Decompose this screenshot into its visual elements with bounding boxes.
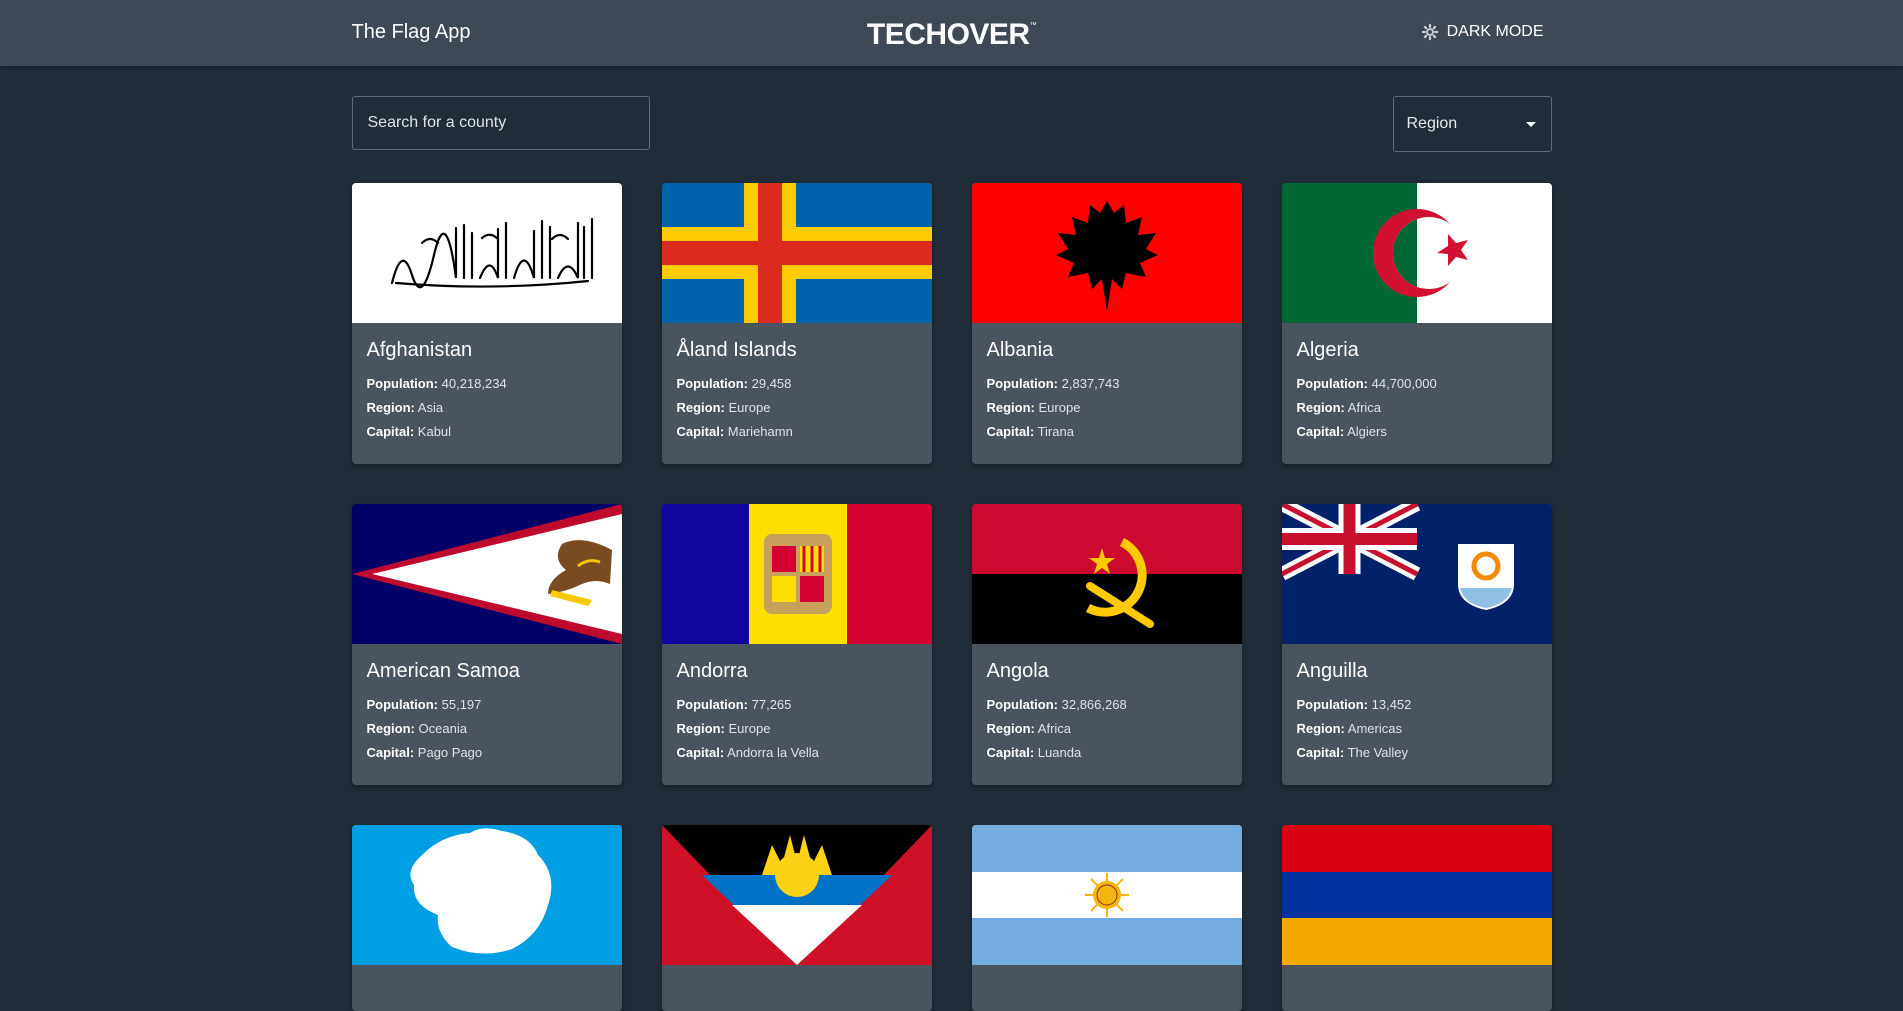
population-line: Population: 32,866,268 (986, 697, 1127, 712)
country-card-albania[interactable]: Albania Population: 2,837,743 Region: Eu… (971, 183, 1242, 464)
capital-line: Capital: Pago Pago (366, 745, 483, 760)
population-line: Population: 44,700,000 (1296, 376, 1437, 391)
capital-line: Capital: The Valley (1296, 745, 1409, 760)
country-card-aland-islands[interactable]: Åland Islands Population: 29,458 Region:… (661, 183, 932, 464)
country-card-antigua[interactable] (661, 825, 932, 1011)
capital-line: Capital: Algiers (1296, 424, 1387, 439)
population-line: Population: 29,458 (676, 376, 792, 391)
flag-american-samoa (351, 504, 622, 644)
capital-line: Capital: Luanda (986, 745, 1082, 760)
region-line: Region: Europe (676, 721, 771, 736)
techover-logo: TECHOVER™ (866, 18, 1037, 51)
region-line: Region: Oceania (366, 721, 467, 736)
population-line: Population: 40,218,234 (366, 376, 507, 391)
country-card-andorra[interactable]: Andorra Population: 77,265 Region: Europ… (661, 504, 932, 785)
region-line: Region: Europe (676, 400, 771, 415)
flag-angola (971, 504, 1242, 644)
dark-mode-label: DARK MODE (1446, 23, 1544, 40)
caret-down-icon (1525, 121, 1536, 127)
capital-line: Capital: Tirana (986, 424, 1074, 439)
country-name: Åland Islands (676, 339, 797, 361)
country-name: Andorra (676, 660, 748, 682)
flag-anguilla (1281, 504, 1552, 644)
country-card-afghanistan[interactable]: Afghanistan Population: 40,218,234 Regio… (351, 183, 622, 464)
country-name: Anguilla (1296, 660, 1368, 682)
country-name: Afghanistan (366, 339, 473, 361)
region-line: Region: Africa (986, 721, 1072, 736)
flag-albania (971, 183, 1242, 323)
gear-icon (1421, 23, 1438, 41)
country-name: American Samoa (366, 660, 520, 682)
country-grid: Afghanistan Population: 40,218,234 Regio… (351, 183, 1552, 1011)
flag-armenia (1281, 825, 1552, 965)
flag-antigua (661, 825, 932, 965)
region-select[interactable]: Region (1392, 96, 1552, 152)
app-title[interactable]: The Flag App (352, 21, 471, 44)
region-line: Region: Asia (366, 400, 444, 415)
region-line: Region: Europe (986, 400, 1081, 415)
dark-mode-toggle[interactable]: DARK MODE (1421, 23, 1544, 41)
country-card-american-samoa[interactable]: American Samoa Population: 55,197 Region… (351, 504, 622, 785)
region-line: Region: Americas (1296, 721, 1402, 736)
capital-line: Capital: Andorra la Vella (676, 745, 819, 760)
flag-antarctica (351, 825, 622, 965)
controls-bar: Region (351, 96, 1552, 152)
region-line: Region: Africa (1296, 400, 1382, 415)
search-box[interactable] (351, 96, 650, 150)
country-card-armenia[interactable] (1281, 825, 1552, 1011)
population-line: Population: 55,197 (366, 697, 482, 712)
flag-argentina (971, 825, 1242, 965)
country-card-anguilla[interactable]: Anguilla Population: 13,452 Region: Amer… (1281, 504, 1552, 785)
country-card-algeria[interactable]: Algeria Population: 44,700,000 Region: A… (1281, 183, 1552, 464)
top-bar: The Flag App TECHOVER™ DARK MODE (0, 0, 1903, 66)
flag-aland-islands (661, 183, 932, 323)
region-select-label: Region (1406, 115, 1458, 132)
country-name: Angola (986, 660, 1049, 682)
flag-andorra (661, 504, 932, 644)
country-name: Algeria (1296, 339, 1359, 361)
country-card-angola[interactable]: Angola Population: 32,866,268 Region: Af… (971, 504, 1242, 785)
country-card-antarctica[interactable] (351, 825, 622, 1011)
population-line: Population: 77,265 (676, 697, 792, 712)
capital-line: Capital: Kabul (366, 424, 452, 439)
capital-line: Capital: Mariehamn (676, 424, 793, 439)
country-name: Albania (986, 339, 1054, 361)
population-line: Population: 13,452 (1296, 697, 1412, 712)
population-line: Population: 2,837,743 (986, 376, 1120, 391)
flag-algeria (1281, 183, 1552, 323)
country-card-argentina[interactable] (971, 825, 1242, 1011)
flag-afghanistan (351, 183, 622, 323)
search-input[interactable] (365, 113, 630, 133)
